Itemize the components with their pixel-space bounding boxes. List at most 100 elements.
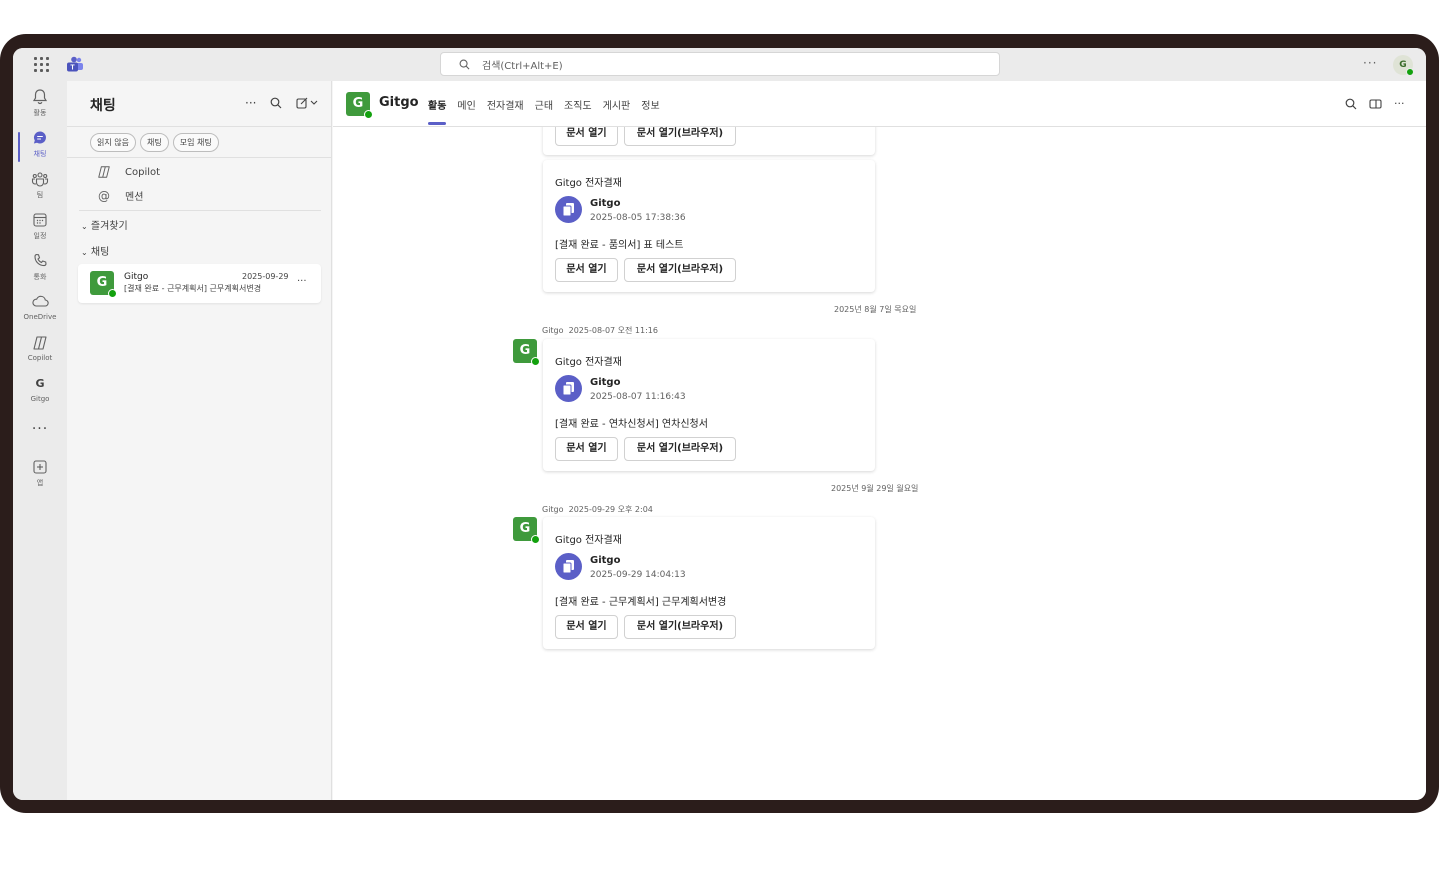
card-title: Gitgo 전자결재 (555, 178, 622, 189)
search-icon[interactable] (1345, 98, 1357, 110)
tab-activity[interactable]: 활동 (428, 97, 447, 125)
tab-org-chart[interactable]: 조직도 (564, 97, 592, 112)
rail-item-gitgo[interactable]: G Gitgo (13, 374, 67, 410)
open-document-button[interactable]: 문서 열기 (555, 615, 618, 639)
presence-available-icon (108, 289, 117, 298)
settings-more-button[interactable]: ··· (1363, 56, 1377, 70)
bell-icon (32, 89, 48, 105)
teams-icon (31, 172, 49, 187)
app-rail: 활동 채팅 팀 일정 통화 OneDrive Copilot G Gitgo ·… (13, 81, 67, 800)
divider (67, 157, 332, 158)
message-list: 문서 열기 문서 열기(브라우저) Gitgo 전자결재 Gitgo 2025-… (333, 127, 1426, 800)
meta-time: 2025-09-29 오후 2:04 (568, 505, 653, 514)
more-options-button[interactable]: ··· (1394, 97, 1405, 110)
cloud-icon (32, 295, 49, 307)
rail-label: 활동 (33, 109, 47, 117)
rail-item-onedrive[interactable]: OneDrive (13, 292, 67, 328)
card-body: [결재 완료 - 연차신청서] 연차신청서 (555, 419, 708, 430)
chat-icon (33, 131, 46, 144)
open-document-browser-button[interactable]: 문서 열기(브라우저) (624, 258, 736, 282)
avatar-initial: G (1399, 60, 1407, 70)
svg-text:T: T (70, 65, 75, 72)
shortcut-mentions[interactable]: @ 멘션 (97, 188, 144, 204)
chat-date: 2025-09-29 (242, 272, 289, 281)
rail-item-chat[interactable]: 채팅 (13, 128, 67, 164)
calendar-icon (33, 213, 47, 227)
new-chat-icon[interactable] (296, 97, 318, 109)
card-sender: Gitgo (590, 377, 621, 388)
open-document-button[interactable]: 문서 열기 (555, 437, 618, 461)
filter-unread[interactable]: 읽지 않음 (90, 133, 136, 152)
tab-main[interactable]: 메인 (457, 97, 475, 112)
teams-window: T 검색(Ctrl+Alt+E) ··· G 활동 채팅 팀 일정 통화 One… (13, 48, 1426, 800)
add-app-icon (33, 460, 47, 474)
rail-item-calendar[interactable]: 일정 (13, 210, 67, 246)
search-icon[interactable] (270, 97, 282, 109)
phone-icon (34, 253, 47, 267)
card-timestamp: 2025-08-05 17:38:36 (590, 213, 686, 223)
chat-list-item[interactable]: G Gitgo 2025-09-29 [결재 완료 - 근무계획서] 근무계획서… (78, 264, 321, 303)
header-toolbar: ··· (1345, 97, 1405, 110)
section-favorites[interactable]: ⌄ 즐겨찾기 (81, 217, 128, 232)
popout-panel-icon[interactable] (1369, 98, 1382, 110)
more-apps-button[interactable]: ··· (13, 421, 67, 437)
tab-approval[interactable]: 전자결재 (487, 97, 524, 112)
message-card: Gitgo 전자결재 Gitgo 2025-08-05 17:38:36 [결재… (543, 160, 875, 292)
rail-item-copilot[interactable]: Copilot (13, 333, 67, 369)
chevron-down-icon: ⌄ (81, 222, 88, 231)
rail-item-apps[interactable]: 앱 (13, 457, 67, 493)
section-chats[interactable]: ⌄ 채팅 (81, 243, 109, 258)
card-timestamp: 2025-08-07 11:16:43 (590, 392, 686, 402)
gitgo-avatar: G (513, 517, 540, 544)
open-document-button[interactable]: 문서 열기 (555, 258, 618, 282)
copilot-icon (98, 166, 110, 178)
rail-label: Copilot (27, 354, 53, 362)
chevron-down-icon: ⌄ (81, 248, 88, 257)
presence-available-icon (531, 535, 540, 544)
open-document-browser-button[interactable]: 문서 열기(브라우저) (624, 615, 736, 639)
search-input[interactable]: 검색(Ctrl+Alt+E) (440, 52, 1000, 76)
more-options-button[interactable]: ··· (245, 96, 256, 110)
rail-item-calls[interactable]: 통화 (13, 251, 67, 287)
tab-attendance[interactable]: 근태 (535, 97, 553, 112)
open-document-browser-button[interactable]: 문서 열기(브라우저) (624, 437, 736, 461)
document-icon (555, 196, 582, 223)
shortcut-label: 멘션 (125, 192, 144, 203)
meta-sender: Gitgo (542, 505, 564, 514)
tab-board[interactable]: 게시판 (603, 97, 631, 112)
rail-label: OneDrive (23, 313, 57, 321)
document-icon (555, 375, 582, 402)
date-separator: 2025년 9월 29일 월요일 (831, 484, 919, 493)
meta-time: 2025-08-07 오전 11:16 (568, 326, 658, 335)
message-card: Gitgo 전자결재 Gitgo 2025-08-07 11:16:43 [결재… (543, 339, 875, 471)
pane-toolbar: ··· (245, 96, 318, 110)
filter-meeting-chats[interactable]: 모임 채팅 (172, 133, 219, 152)
meta-sender: Gitgo (542, 326, 564, 335)
profile-avatar[interactable]: G (1393, 55, 1414, 76)
at-icon: @ (98, 188, 110, 203)
section-label: 채팅 (90, 247, 110, 258)
gitgo-avatar: G (90, 271, 117, 298)
open-document-browser-button[interactable]: 문서 열기(브라우저) (624, 127, 736, 146)
card-title: Gitgo 전자결재 (555, 357, 622, 368)
card-title: Gitgo 전자결재 (555, 535, 622, 546)
chat-preview: [결재 완료 - 근무계획서] 근무계획서변경 (124, 284, 262, 293)
gitgo-avatar: G (513, 339, 540, 366)
gitgo-icon: G (35, 377, 45, 390)
shortcut-copilot[interactable]: Copilot (97, 165, 160, 179)
teams-logo-icon: T (67, 56, 83, 72)
chat-more-button[interactable]: ··· (297, 276, 307, 287)
main-content: G Gitgo 활동 메인 전자결재 근태 조직도 게시판 정보 ··· 문서 … (333, 81, 1426, 800)
app-launcher-icon[interactable] (33, 56, 49, 72)
filter-chats[interactable]: 채팅 (139, 133, 169, 152)
open-document-button[interactable]: 문서 열기 (555, 127, 618, 146)
tab-info[interactable]: 정보 (641, 97, 659, 112)
gitgo-glyph: G (352, 96, 364, 111)
rail-item-teams[interactable]: 팀 (13, 169, 67, 205)
gitgo-app-icon: G (346, 92, 373, 119)
message-card-partial: 문서 열기 문서 열기(브라우저) (543, 127, 875, 155)
card-sender: Gitgo (590, 198, 621, 209)
rail-item-activity[interactable]: 활동 (13, 87, 67, 123)
card-sender: Gitgo (590, 555, 621, 566)
app-title: Gitgo (379, 95, 419, 110)
